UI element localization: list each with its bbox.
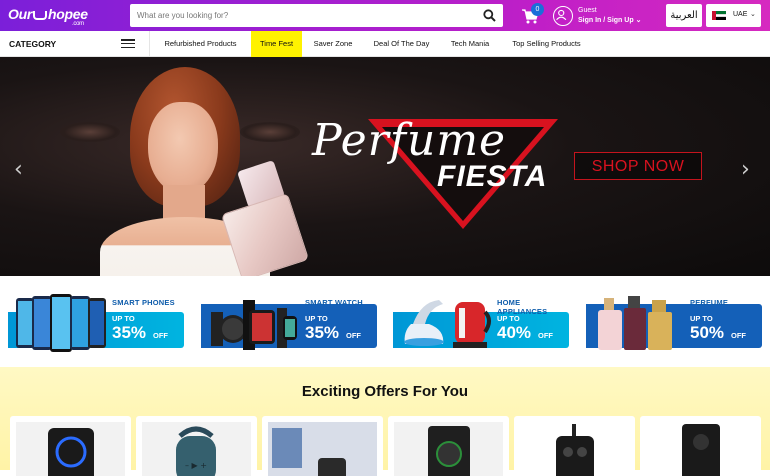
promo-card-percent: 40% (497, 323, 532, 342)
category-nav: CATEGORY Refurbished Products Time Fest … (0, 31, 770, 57)
nav-item-deal-of-the-day[interactable]: Deal Of The Day (367, 31, 436, 57)
banner-title-script: Perfume (312, 115, 507, 166)
offer-card[interactable] (640, 416, 761, 476)
site-logo[interactable]: Our hopee .com (8, 6, 88, 27)
party-speaker-image (16, 422, 125, 476)
category-promo-strip: SMART PHONES UP TO 35% OFF SMART WATCH U… (0, 276, 770, 367)
offer-card[interactable] (10, 416, 131, 476)
logo-sub: .com (72, 21, 84, 27)
menu-icon[interactable] (121, 39, 135, 49)
smartphones-image (16, 294, 106, 352)
nav-item-refurbished[interactable]: Refurbished Products (156, 31, 245, 57)
nav-item-top-selling[interactable]: Top Selling Products (505, 31, 588, 57)
smartwatch-image (211, 300, 297, 350)
trolley-speaker-2-image (520, 422, 629, 476)
promo-card-off: OFF (731, 331, 746, 340)
search-input[interactable] (130, 4, 470, 27)
language-arabic-button[interactable]: العربية (666, 4, 702, 27)
chevron-down-icon: ⌄ (635, 17, 642, 24)
promo-card-off: OFF (346, 331, 361, 340)
promo-card-percent: 50% (690, 323, 725, 342)
shop-now-button[interactable]: SHOP NOW (574, 152, 702, 180)
promo-card-title: SMART PHONES (112, 298, 175, 307)
promo-card-percent: 35% (112, 323, 147, 342)
promo-card-percent: 35% (305, 323, 340, 342)
nav-item-tech-mania[interactable]: Tech Mania (444, 31, 496, 57)
nav-item-time-fest[interactable]: Time Fest (251, 31, 302, 57)
promo-card-smart-phones[interactable]: SMART PHONES UP TO 35% OFF (8, 292, 184, 354)
country-label: UAE (733, 11, 748, 18)
user-icon[interactable] (553, 6, 573, 26)
offer-card[interactable]: – ▶ + (136, 416, 257, 476)
search-icon[interactable] (483, 9, 496, 22)
promo-card-upto: UP TO (305, 314, 328, 323)
signin-link[interactable]: Sign In / Sign Up ⌄ (578, 16, 641, 24)
category-label[interactable]: CATEGORY (9, 39, 56, 49)
chevron-right-icon[interactable]: › (741, 157, 750, 182)
portable-speaker-image: – ▶ + (142, 422, 251, 476)
promo-card-upto: UP TO (690, 314, 713, 323)
offer-card[interactable] (514, 416, 635, 476)
promo-card-perfume[interactable]: PERFUME UP TO 50% OFF (586, 292, 762, 354)
offers-title: Exciting Offers For You (301, 383, 469, 400)
svg-text:– ▶ +: – ▶ + (185, 461, 207, 470)
logo-text-2: hopee (48, 6, 88, 22)
banner-title-bold: FIESTA (437, 160, 548, 193)
promo-card-title: PERFUME (690, 298, 729, 307)
logo-text: Our (8, 6, 32, 22)
promo-card-home-appliances[interactable]: HOME APPLIANCES UP TO 40% OFF (393, 292, 569, 354)
tower-speaker-image (646, 422, 755, 476)
logo-cart-icon (33, 11, 47, 20)
top-header: Our hopee .com 0 Guest Sign In / Sign Up … (0, 0, 770, 31)
promo-card-off: OFF (538, 331, 553, 340)
promo-card-upto: UP TO (497, 314, 520, 323)
promo-card-smart-watch[interactable]: SMART WATCH UP TO 35% OFF (201, 292, 377, 354)
banner-model-face (148, 102, 218, 194)
chevron-down-icon: ⌄ (750, 11, 756, 18)
uae-flag-icon (712, 11, 726, 20)
promo-card-upto: UP TO (112, 314, 135, 323)
promo-card-off: OFF (153, 331, 168, 340)
user-guest-label: Guest (578, 7, 597, 14)
offers-section: Exciting Offers For You – ▶ + (0, 367, 770, 476)
signin-label: Sign In / Sign Up (578, 17, 634, 24)
offer-card[interactable] (388, 416, 509, 476)
chevron-left-icon[interactable]: ‹ (14, 157, 23, 182)
perfume-image (598, 296, 672, 350)
promo-card-title: SMART WATCH (305, 298, 363, 307)
cart-count-badge: 0 (531, 3, 544, 16)
offer-card[interactable] (262, 416, 383, 476)
search-bar (130, 4, 503, 27)
hero-banner[interactable]: Perfume FIESTA SHOP NOW ‹ › (0, 57, 770, 276)
country-selector[interactable]: UAE ⌄ (706, 4, 761, 27)
appliances-image (404, 300, 491, 348)
trolley-speaker-image (394, 422, 503, 476)
nav-divider (149, 31, 150, 57)
nav-item-saver-zone[interactable]: Saver Zone (307, 31, 359, 57)
speaker-desk-image (268, 422, 377, 476)
